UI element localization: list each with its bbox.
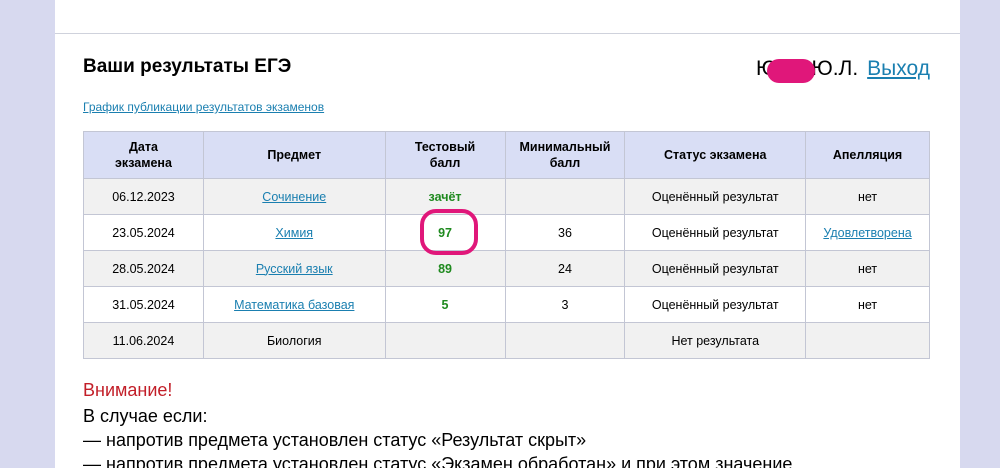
cell-appeal: нет (805, 286, 930, 323)
cell-status: Оценённый результат (624, 214, 807, 251)
table-row: 06.12.2023 Сочинение зачёт Оценённый рез… (83, 178, 930, 215)
divider (55, 33, 960, 34)
cell-min-score (504, 322, 626, 359)
col-header-subject: Предмет (202, 131, 386, 179)
cell-date: 28.05.2024 (83, 250, 204, 287)
results-page: Ваши результаты ЕГЭ Ю ва Ю.Л. Выход Граф… (55, 0, 960, 468)
cell-subject: Химия (202, 214, 386, 251)
cell-score: 89 (384, 250, 506, 287)
score-value: зачёт (428, 189, 462, 204)
col-header-appeal: Апелляция (805, 131, 930, 179)
table-row: 31.05.2024 Математика базовая 5 3 Оценён… (83, 286, 930, 323)
cell-min-score: 3 (504, 286, 626, 323)
attention-line: — напротив предмета установлен статус «Р… (83, 430, 587, 450)
cell-appeal: нет (805, 178, 930, 215)
col-header-score: Тестовый балл (384, 131, 506, 179)
user-panel: Ю ва Ю.Л. Выход (756, 57, 930, 83)
subject-link[interactable]: Химия (275, 226, 313, 240)
cell-subject: Русский язык (202, 250, 386, 287)
cell-subject: Сочинение (202, 178, 386, 215)
cell-appeal (805, 322, 930, 359)
cell-subject: Математика базовая (202, 286, 386, 323)
subject-link[interactable]: Сочинение (262, 190, 326, 204)
attention-title: Внимание! (83, 380, 173, 400)
table-row: 23.05.2024 Химия 97 36 Оценённый результ… (83, 209, 930, 255)
cell-score: зачёт (384, 178, 506, 215)
page-title: Ваши результаты ЕГЭ (83, 56, 292, 77)
cell-date: 06.12.2023 (83, 178, 204, 215)
col-header-min-score: Минимальный балл (504, 131, 626, 179)
cell-min-score: 36 (504, 214, 626, 251)
logout-link[interactable]: Выход (867, 57, 930, 81)
col-header-date: Дата экзамена (83, 131, 204, 179)
cell-status: Нет результата (624, 322, 807, 359)
subject-link[interactable]: Математика базовая (234, 298, 354, 312)
score-value: 97 (438, 225, 452, 240)
appeal-link[interactable]: Удовлетворена (823, 226, 911, 240)
table-header-row: Дата экзамена Предмет Тестовый балл Мини… (83, 131, 930, 179)
attention-notes: В случае если: — напротив предмета устан… (83, 404, 792, 468)
cell-min-score: 24 (504, 250, 626, 287)
cell-score: 5 (384, 286, 506, 323)
redaction-mark (767, 59, 815, 83)
table-row: 11.06.2024 Биология Нет результата (83, 322, 930, 359)
cell-score: 97 (384, 209, 506, 255)
col-header-status: Статус экзамена (624, 131, 807, 179)
cell-date: 11.06.2024 (83, 322, 204, 359)
schedule-link[interactable]: График публикации результатов экзаменов (83, 100, 324, 114)
attention-line: В случае если: (83, 406, 208, 426)
cell-appeal: Удовлетворена (805, 214, 930, 251)
cell-status: Оценённый результат (624, 286, 807, 323)
cell-status: Оценённый результат (624, 250, 807, 287)
score-value: 89 (438, 261, 452, 276)
user-name: Ю ва Ю.Л. (756, 57, 858, 83)
results-table: Дата экзамена Предмет Тестовый балл Мини… (83, 131, 930, 359)
cell-date: 31.05.2024 (83, 286, 204, 323)
cell-appeal: нет (805, 250, 930, 287)
subject-link[interactable]: Русский язык (256, 262, 333, 276)
cell-date: 23.05.2024 (83, 214, 204, 251)
cell-subject: Биология (202, 322, 386, 359)
attention-line: — напротив предмета установлен статус «Э… (83, 454, 793, 468)
score-value: 5 (441, 297, 449, 312)
cell-score (384, 322, 506, 359)
cell-status: Оценённый результат (624, 178, 807, 215)
cell-min-score (504, 178, 626, 215)
table-row: 28.05.2024 Русский язык 89 24 Оценённый … (83, 250, 930, 287)
